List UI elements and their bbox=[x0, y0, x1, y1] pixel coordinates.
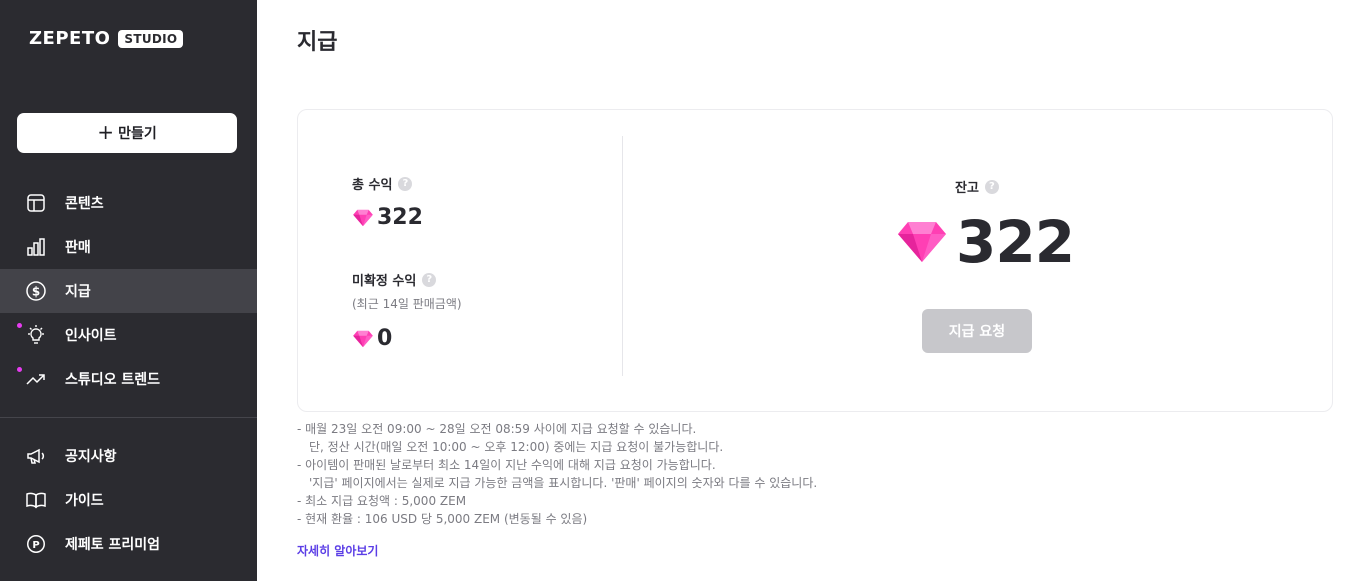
pending-earnings-amount: 0 bbox=[377, 326, 393, 351]
note-line: - 현재 환율 : 106 USD 당 5,000 ZEM (변동될 수 있음) bbox=[297, 512, 588, 526]
trend-icon bbox=[25, 368, 47, 390]
new-dot bbox=[17, 323, 22, 328]
gem-icon bbox=[353, 209, 373, 226]
pending-earnings-subtitle: (최근 14일 판매금액) bbox=[352, 297, 462, 311]
balance-label: 잔고 ? bbox=[955, 177, 999, 196]
note-line: - 최소 지급 요청액 : 5,000 ZEM bbox=[297, 494, 467, 508]
sidebar-item-label: 판매 bbox=[65, 240, 91, 256]
balance-value: 322 bbox=[896, 208, 1075, 276]
gem-icon bbox=[353, 330, 373, 347]
sidebar-item-label: 지급 bbox=[65, 284, 91, 300]
help-icon[interactable]: ? bbox=[398, 176, 413, 191]
logo-badge: STUDIO bbox=[118, 29, 184, 48]
sidebar-item-notice[interactable]: 공지사항 bbox=[0, 434, 257, 478]
sidebar-divider bbox=[0, 417, 257, 418]
premium-icon-letter: P bbox=[32, 540, 39, 551]
sidebar-item-label: 공지사항 bbox=[65, 449, 117, 465]
help-icon[interactable]: ? bbox=[984, 179, 999, 194]
total-earnings-amount: 322 bbox=[377, 205, 423, 230]
payout-request-button[interactable]: 지급 요청 bbox=[922, 309, 1032, 353]
help-icon[interactable]: ? bbox=[422, 272, 437, 287]
logo-word: ZEPETO bbox=[29, 28, 111, 49]
create-button[interactable]: + 만들기 bbox=[17, 113, 237, 153]
sidebar: ZEPETO STUDIO + 만들기 콘텐츠 판매 $ 지급 인사이트 스튜디… bbox=[0, 0, 257, 581]
note-line: - 아이템이 판매된 날로부터 최소 14일이 지난 수익에 대해 지급 요청이… bbox=[297, 458, 716, 472]
sidebar-item-label: 제페토 프리미엄 bbox=[65, 537, 161, 553]
sidebar-item-trend[interactable]: 스튜디오 트렌드 bbox=[0, 357, 257, 401]
plus-icon: + bbox=[97, 120, 115, 144]
premium-icon: P bbox=[25, 533, 47, 555]
lightbulb-icon bbox=[25, 324, 47, 346]
sidebar-item-premium[interactable]: P 제페토 프리미엄 bbox=[0, 522, 257, 566]
card-divider bbox=[622, 136, 623, 376]
megaphone-icon bbox=[25, 445, 47, 467]
page-title: 지급 bbox=[297, 30, 338, 55]
note-line: 단, 정산 시간(매일 오전 10:00 ~ 오후 12:00) 중에는 지급 … bbox=[309, 440, 724, 454]
sidebar-item-label: 콘텐츠 bbox=[65, 196, 104, 212]
main-nav: 콘텐츠 판매 $ 지급 인사이트 스튜디오 트렌드 bbox=[0, 181, 257, 401]
sidebar-item-payout[interactable]: $ 지급 bbox=[0, 269, 257, 313]
balance-label-text: 잔고 bbox=[955, 181, 979, 196]
pending-earnings-label-text: 미확정 수익 bbox=[352, 274, 417, 289]
sidebar-item-label: 가이드 bbox=[65, 493, 104, 509]
svg-text:$: $ bbox=[32, 285, 40, 299]
pending-earnings-value: 0 bbox=[352, 326, 392, 351]
sidebar-item-guide[interactable]: 가이드 bbox=[0, 478, 257, 522]
pending-earnings-label: 미확정 수익 ? bbox=[352, 270, 437, 289]
total-earnings-value: 322 bbox=[352, 205, 423, 230]
layout-icon bbox=[25, 192, 47, 214]
logo[interactable]: ZEPETO STUDIO bbox=[29, 28, 184, 49]
secondary-nav: 공지사항 가이드 P 제페토 프리미엄 bbox=[0, 434, 257, 566]
note-line: '지급' 페이지에서는 실제로 지급 가능한 금액을 표시합니다. '판매' 페… bbox=[309, 476, 818, 490]
dollar-circle-icon: $ bbox=[25, 280, 47, 302]
sidebar-item-sales[interactable]: 판매 bbox=[0, 225, 257, 269]
sidebar-item-content[interactable]: 콘텐츠 bbox=[0, 181, 257, 225]
sidebar-item-insight[interactable]: 인사이트 bbox=[0, 313, 257, 357]
payout-summary-card: 총 수익 ? 322 미확정 수익 ? (최근 14일 판매금액) 0 잔고 ?… bbox=[297, 109, 1333, 412]
total-earnings-label-text: 총 수익 bbox=[352, 178, 393, 193]
learn-more-link[interactable]: 자세히 알아보기 bbox=[297, 542, 378, 559]
sidebar-item-label: 스튜디오 트렌드 bbox=[65, 372, 161, 388]
balance-amount: 322 bbox=[956, 208, 1075, 276]
create-button-label: 만들기 bbox=[118, 126, 157, 142]
book-icon bbox=[25, 489, 47, 511]
bar-chart-icon bbox=[25, 236, 47, 258]
payout-notes: - 매월 23일 오전 09:00 ~ 28일 오전 08:59 사이에 지급 … bbox=[297, 420, 817, 528]
sidebar-item-label: 인사이트 bbox=[65, 328, 117, 344]
gem-icon bbox=[898, 222, 946, 262]
total-earnings-label: 총 수익 ? bbox=[352, 174, 413, 193]
new-dot bbox=[17, 367, 22, 372]
note-line: - 매월 23일 오전 09:00 ~ 28일 오전 08:59 사이에 지급 … bbox=[297, 422, 697, 436]
